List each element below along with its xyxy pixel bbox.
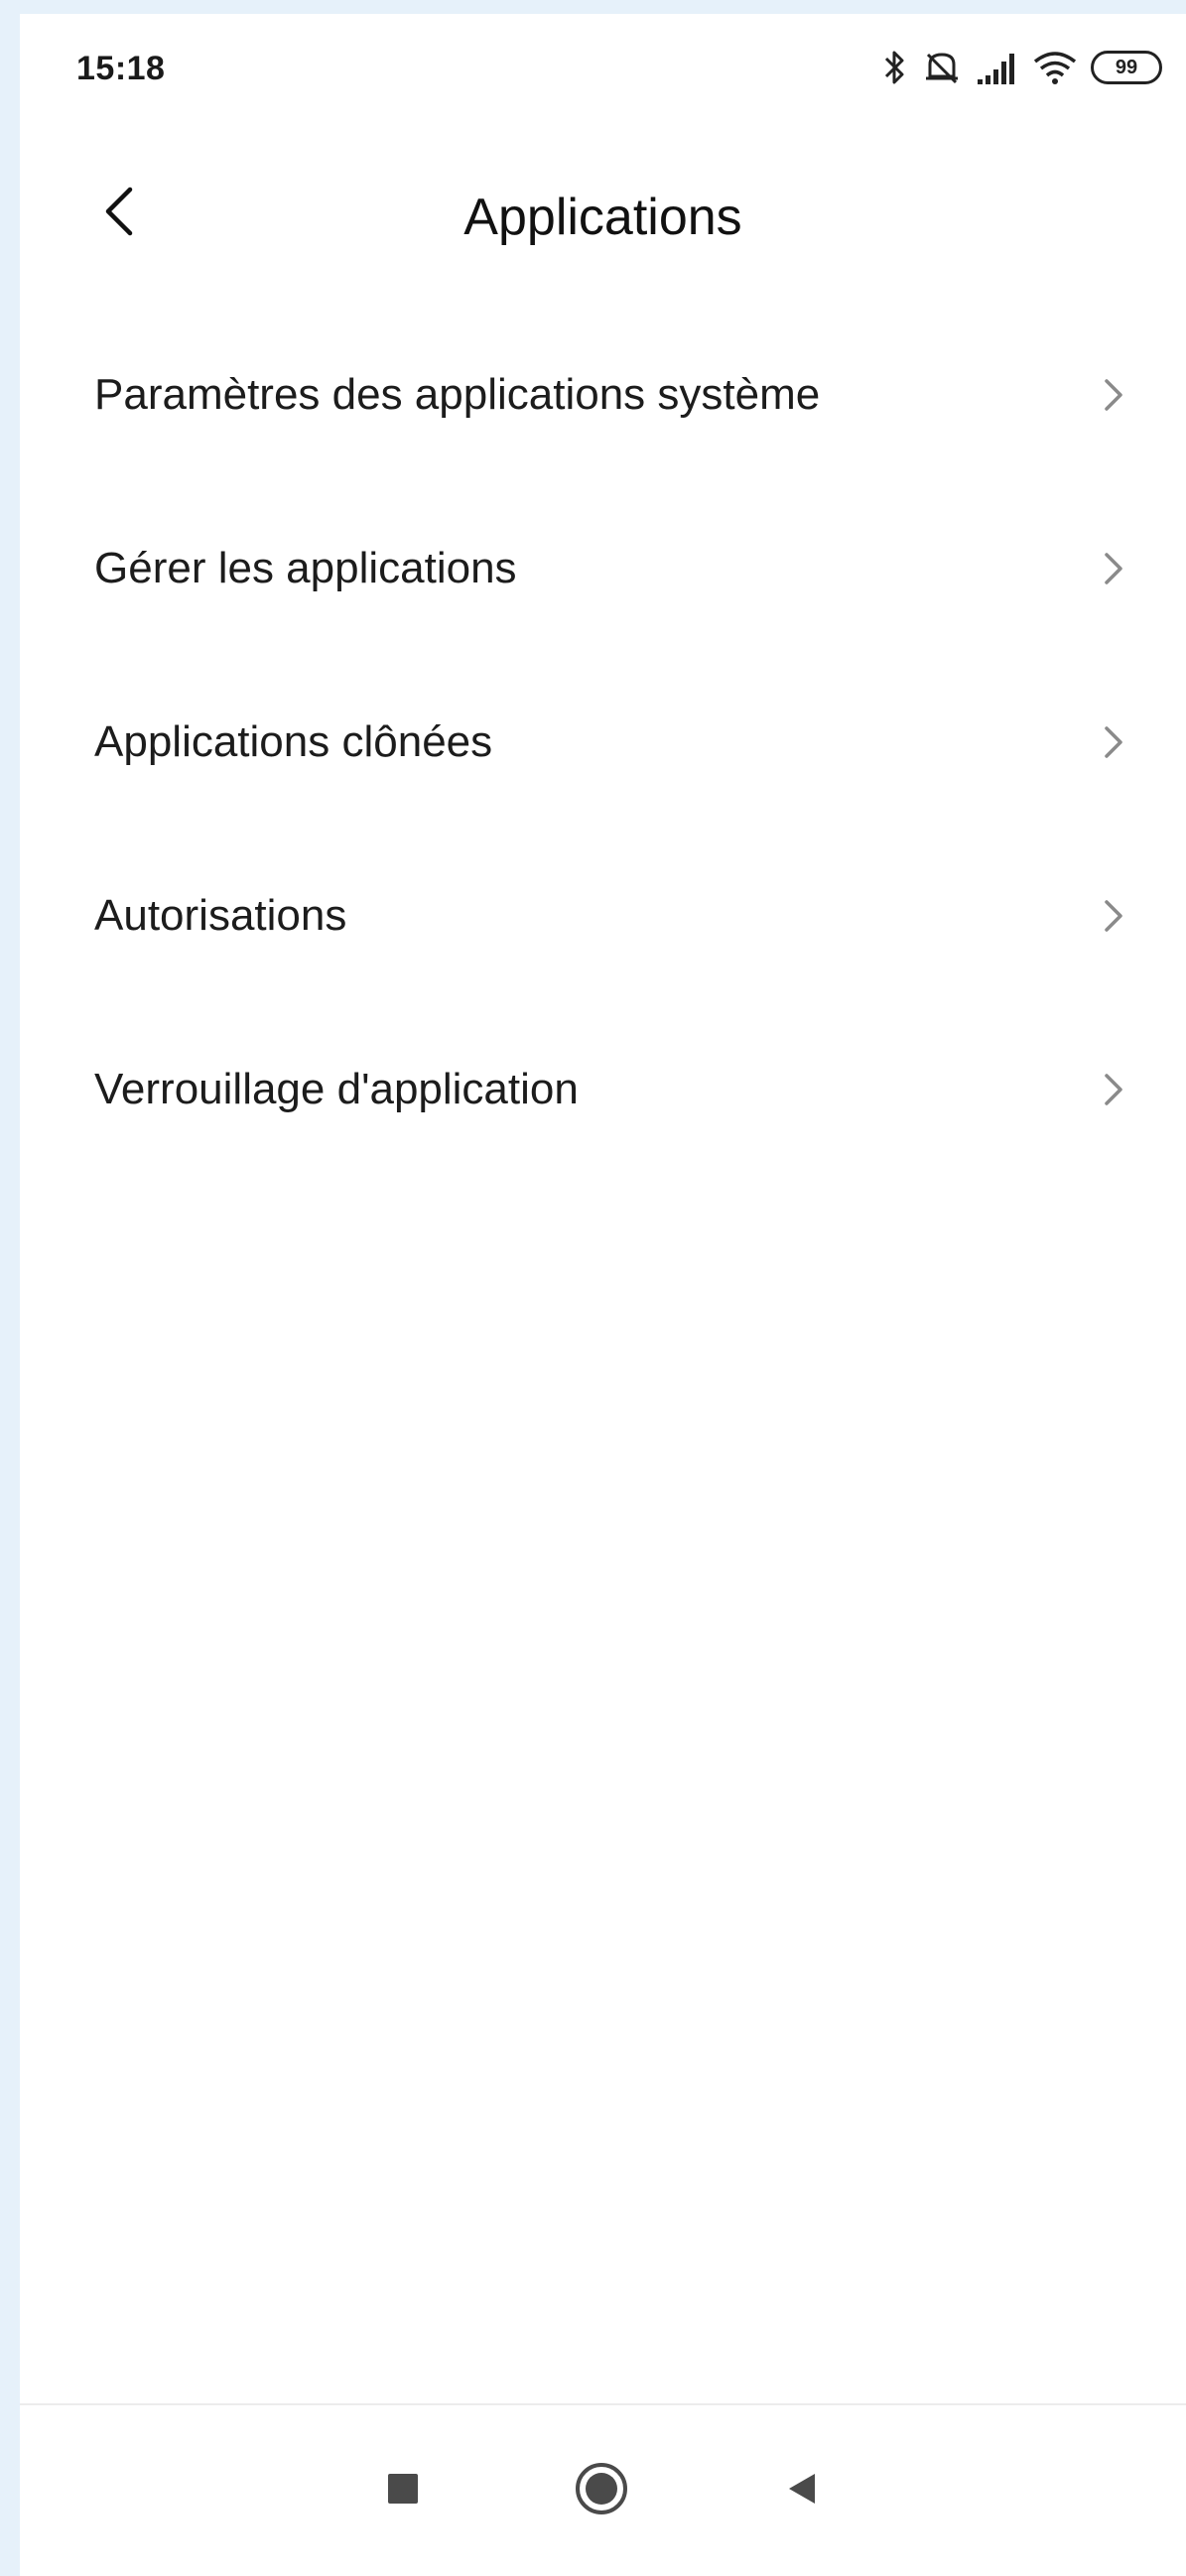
bluetooth-icon [882,49,908,86]
chevron-right-icon [1105,899,1122,932]
menu-item-permissions[interactable]: Autorisations [20,829,1186,1002]
app-header: Applications [20,143,1186,282]
battery-level: 99 [1115,56,1138,78]
navigation-bar [20,2403,1186,2576]
mute-icon [922,49,962,86]
menu-item-label: Autorisations [94,890,347,940]
home-button[interactable] [562,2451,641,2530]
chevron-right-icon [1105,378,1122,411]
home-icon [574,2461,629,2521]
battery-icon: 99 [1091,51,1162,84]
nav-back-button[interactable] [772,2461,832,2520]
settings-menu-list: Paramètres des applications système Gére… [20,308,1186,1176]
menu-item-manage-apps[interactable]: Gérer les applications [20,481,1186,655]
chevron-right-icon [1105,552,1122,584]
menu-item-dual-apps[interactable]: Applications clônées [20,655,1186,829]
menu-item-label: Paramètres des applications système [94,369,821,419]
menu-item-app-lock[interactable]: Verrouillage d'application [20,1002,1186,1176]
signal-icon [976,50,1019,85]
menu-item-label: Gérer les applications [94,543,517,592]
status-time: 15:18 [76,50,166,87]
status-icons: 99 [882,42,1162,93]
phone-screen: 15:18 99 Applications Paramètres des app… [20,14,1186,2576]
chevron-right-icon [1105,1073,1122,1105]
chevron-right-icon [1105,725,1122,758]
menu-item-label: Verrouillage d'application [94,1064,579,1113]
menu-item-system-app-settings[interactable]: Paramètres des applications système [20,308,1186,481]
status-bar: 15:18 99 [20,14,1186,123]
page-title: Applications [463,189,742,246]
back-triangle-icon [785,2472,819,2511]
recents-button[interactable] [373,2461,433,2520]
recents-icon [386,2472,420,2511]
wifi-icon [1033,50,1077,85]
menu-item-label: Applications clônées [94,716,493,766]
